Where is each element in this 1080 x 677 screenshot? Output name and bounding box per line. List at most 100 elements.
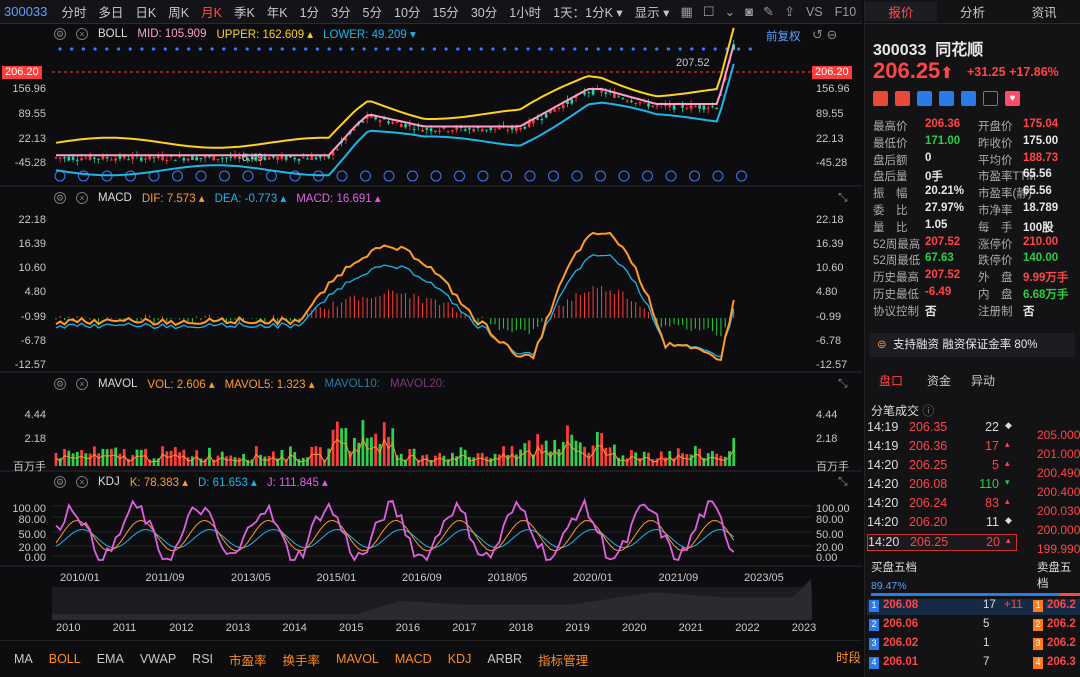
indicator-tab[interactable]: EMA — [89, 652, 132, 666]
chart-area[interactable]: ⚙ × BOLL MID: 105.909 UPPER: 162.609 ▴ L… — [0, 24, 862, 638]
minute-dropdown-label: 1天：1分K — [553, 6, 613, 20]
vs-button[interactable]: VS — [800, 5, 829, 19]
collapse-icon[interactable]: ⤡ — [838, 376, 848, 391]
vol-unit-left: 百万手 — [13, 461, 46, 473]
indicator-tab[interactable]: KDJ — [440, 652, 480, 666]
grid-icon[interactable]: ▦ — [675, 4, 697, 20]
period-tab[interactable]: 多日 — [92, 2, 129, 21]
macd-yr: 22.18 — [816, 214, 844, 226]
display-dropdown[interactable]: 显示 ▾ — [629, 2, 676, 21]
indicator-tab[interactable]: MACD — [387, 652, 440, 666]
stock-code[interactable]: 300033 — [4, 4, 55, 19]
close-icon[interactable]: × — [76, 28, 88, 40]
session-button[interactable]: 时段 — [836, 647, 861, 666]
period-tab[interactable]: 日K — [129, 2, 162, 21]
tab-news[interactable]: 资讯 — [1008, 2, 1080, 21]
period-tab[interactable]: 30分 — [465, 2, 503, 21]
candle-body — [229, 156, 233, 158]
tick-time: 14:20 — [867, 496, 899, 510]
tab-analysis[interactable]: 分析 — [937, 2, 1009, 21]
volume-bar — [314, 446, 318, 466]
f10-button[interactable]: F10 — [829, 5, 863, 19]
restore-icon[interactable]: ↺ ⊖ — [812, 27, 837, 43]
checkbox-icon[interactable]: ☐ — [698, 4, 720, 20]
volume-bar — [105, 449, 109, 466]
period-tab[interactable]: 3分 — [325, 2, 356, 21]
candle-body — [468, 128, 471, 130]
quote-value: 0 — [925, 151, 932, 164]
indicator-tab[interactable]: 指标管理 — [530, 650, 596, 669]
tick-price: 206.08 — [909, 477, 948, 491]
x-axis-label: 2021/09 — [658, 572, 699, 584]
flag-icon[interactable] — [873, 91, 888, 106]
tab-quote[interactable]: 报价 — [865, 2, 937, 21]
indicator-tab[interactable]: 换手率 — [275, 650, 329, 669]
favorite-icon[interactable]: ♥ — [1005, 91, 1020, 106]
indicator-tab[interactable]: 市盈率 — [221, 650, 275, 669]
indicator-tab[interactable]: MAVOL — [328, 652, 387, 666]
pencil-icon[interactable]: ✎ — [758, 4, 779, 20]
collapse-icon[interactable]: ⤡ — [838, 474, 848, 489]
volume-bar — [225, 456, 228, 466]
candle-body — [165, 159, 169, 161]
tab-events[interactable]: 异动 — [961, 372, 1005, 389]
close-icon[interactable]: × — [76, 378, 88, 390]
volume-bar — [246, 459, 250, 466]
indicator-tab[interactable]: ARBR — [479, 652, 530, 666]
bid-volume: 1 — [983, 637, 990, 649]
settings-icon[interactable]: ⚙ — [54, 192, 66, 204]
direction-icon: ▴ — [1005, 458, 1010, 468]
indicator-tab[interactable]: VWAP — [132, 652, 184, 666]
chevron-down-icon[interactable]: ⌄ — [719, 4, 740, 20]
period-tab[interactable]: 1分 — [294, 2, 325, 21]
volume-bar — [514, 454, 518, 466]
tab-orderbook[interactable]: 盘口 — [865, 372, 917, 389]
direction-icon: ▾ — [1005, 477, 1010, 487]
period-tab[interactable]: 10分 — [388, 2, 426, 21]
bid-row[interactable]: 1 206.08 17 +11 1 206.2 — [867, 599, 1080, 615]
close-icon[interactable]: × — [76, 476, 88, 488]
ladder-price: 200.490 — [1037, 466, 1080, 480]
bid-row[interactable]: 2 206.06 5 2 206.2 — [867, 618, 1080, 634]
period-tab[interactable]: 季K — [228, 2, 261, 21]
period-tab[interactable]: 月K — [195, 2, 228, 21]
candle-body — [216, 158, 220, 160]
period-tab[interactable]: 分时 — [55, 2, 92, 21]
period-tab[interactable]: 15分 — [426, 2, 464, 21]
tick-row: 14:20 206.08 110 ▾ — [867, 477, 1017, 494]
bid-row[interactable]: 3 206.02 1 3 206.2 — [867, 637, 1080, 653]
connect-icon[interactable] — [917, 91, 932, 106]
cash-icon[interactable] — [961, 91, 976, 106]
indicator-tab[interactable]: MA — [6, 652, 41, 666]
period-tab[interactable]: 周K — [162, 2, 195, 21]
capital-icon[interactable] — [939, 91, 954, 106]
adjust-button[interactable]: 前复权 — [766, 28, 801, 44]
period-tab[interactable]: 5分 — [357, 2, 388, 21]
tick-row: 14:20 206.25 5 ▴ — [867, 458, 1017, 475]
info-icon[interactable]: ⓘ — [922, 404, 934, 418]
period-tab[interactable]: 1小时 — [503, 2, 547, 21]
settings-icon[interactable]: ⚙ — [54, 378, 66, 390]
bid-price: 206.01 — [883, 656, 919, 668]
share-icon[interactable]: ⇪ — [779, 4, 800, 20]
dot-marker — [409, 47, 413, 51]
minute-dropdown[interactable]: 1天：1分K ▾ — [547, 2, 629, 21]
volume-bar — [139, 449, 143, 466]
quote-label: 最高价 — [873, 121, 908, 133]
volume-bar — [152, 458, 156, 466]
settings-icon[interactable]: ⚙ — [54, 476, 66, 488]
collapse-icon[interactable]: ⤡ — [838, 190, 848, 205]
bid-row[interactable]: 4 206.01 7 4 206.3 — [867, 656, 1080, 672]
dot-marker — [538, 47, 542, 51]
close-icon[interactable]: × — [76, 192, 88, 204]
margin-banner[interactable]: ⊜ 支持融资 融资保证金率 80% — [869, 333, 1075, 357]
candle-body — [561, 104, 565, 109]
indicator-tab[interactable]: RSI — [184, 652, 221, 666]
camera-icon[interactable]: ◙ — [740, 4, 758, 19]
tab-funds[interactable]: 资金 — [917, 372, 961, 389]
hot-icon[interactable] — [895, 91, 910, 106]
settings-icon[interactable]: ⚙ — [54, 28, 66, 40]
indicator-tab[interactable]: BOLL — [41, 652, 89, 666]
note-icon[interactable] — [983, 91, 998, 106]
period-tab[interactable]: 年K — [261, 2, 294, 21]
